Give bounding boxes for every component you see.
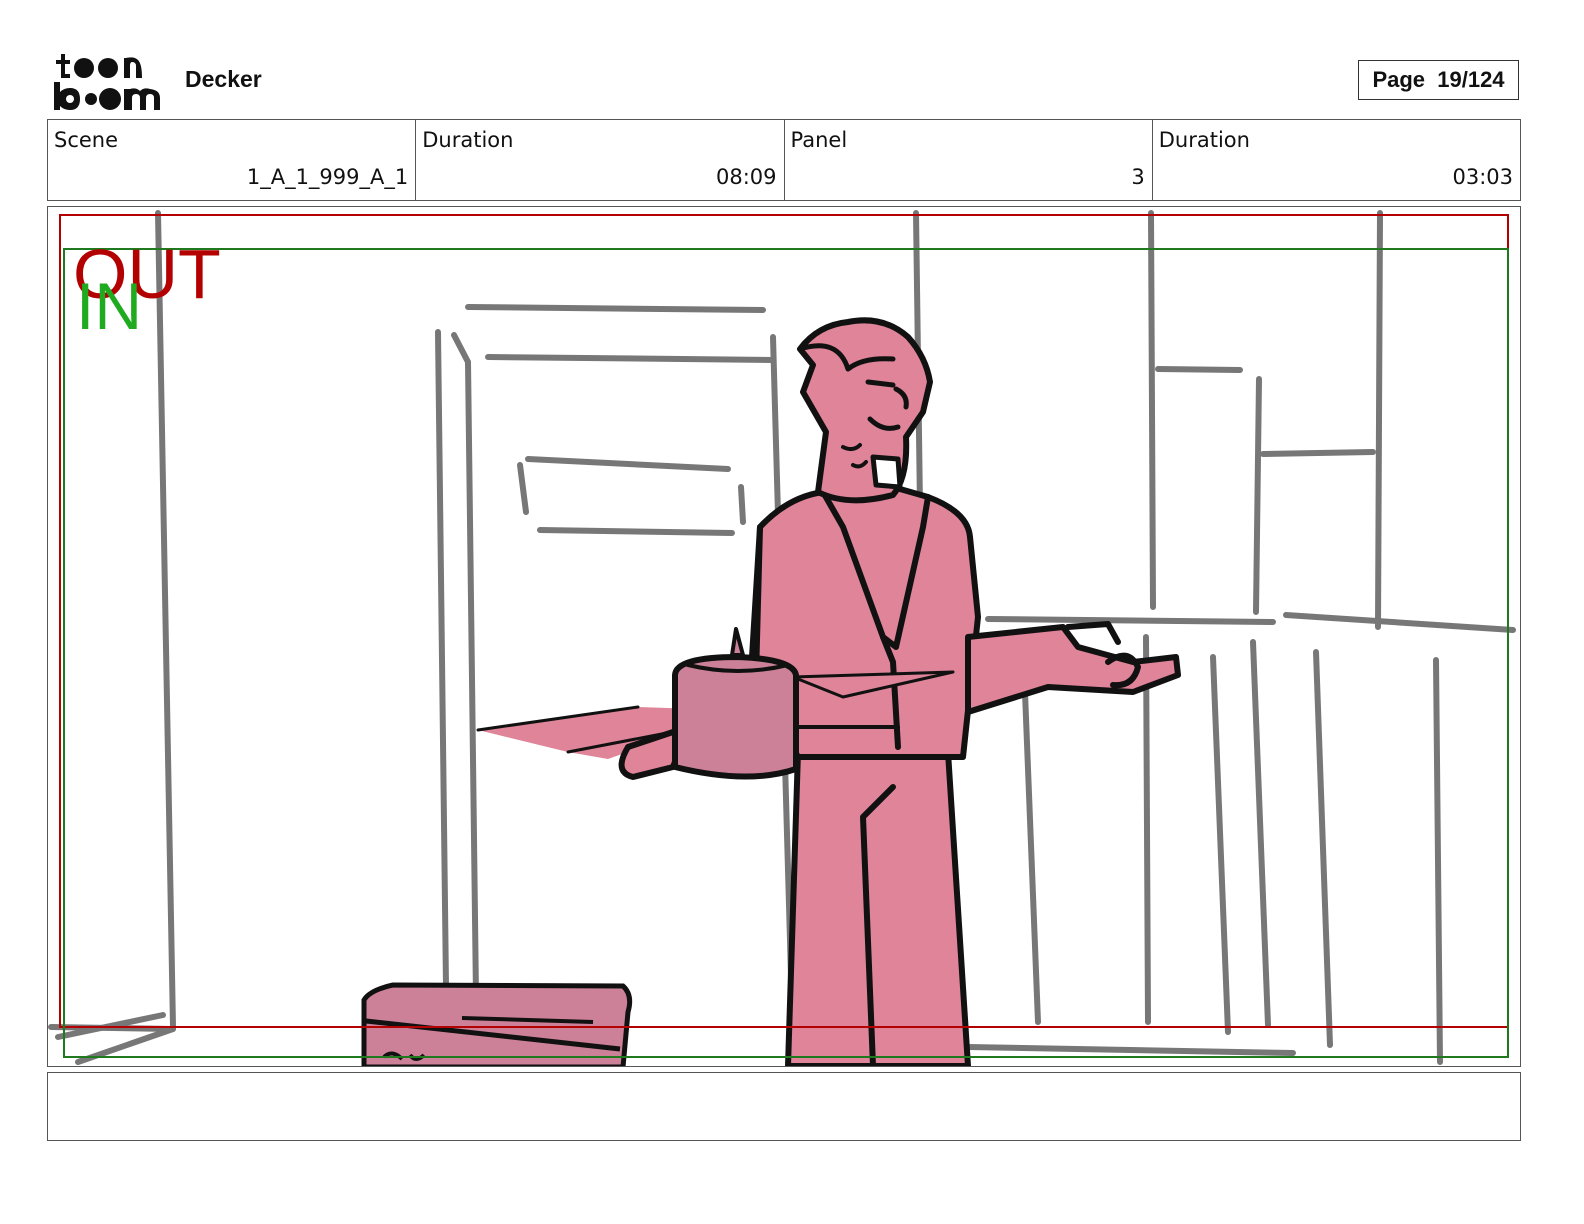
- panel-image-frame: OUT IN: [47, 206, 1521, 1067]
- storyboard-sketch: [48, 210, 1516, 1066]
- scene-duration-cell: Duration 08:09: [416, 120, 785, 200]
- character-drawing: [476, 317, 1181, 1066]
- panel-cell: Panel 3: [785, 120, 1153, 200]
- panel-label: Panel: [790, 128, 848, 152]
- scene-value: 1_A_1_999_A_1: [246, 165, 409, 189]
- box-drawing: [361, 982, 633, 1066]
- project-title: Decker: [185, 66, 262, 92]
- toonboom-logo: [54, 54, 160, 110]
- scene-label: Scene: [54, 128, 119, 152]
- panel-duration-value: 03:03: [1452, 165, 1513, 189]
- scene-duration-value: 08:09: [715, 165, 777, 189]
- panel-duration-cell: Duration 03:03: [1153, 120, 1520, 200]
- in-label: IN: [76, 269, 142, 343]
- panel-info-bar: Scene 1_A_1_999_A_1 Duration 08:09 Panel…: [47, 119, 1521, 201]
- scene-duration-label: Duration: [422, 128, 514, 152]
- panel-duration-label: Duration: [1158, 128, 1250, 152]
- scene-cell: Scene 1_A_1_999_A_1: [48, 120, 417, 200]
- panel-value: 3: [1131, 165, 1145, 189]
- panel-notes-box[interactable]: [47, 1072, 1521, 1141]
- page-indicator: Page 19/124: [1358, 60, 1519, 100]
